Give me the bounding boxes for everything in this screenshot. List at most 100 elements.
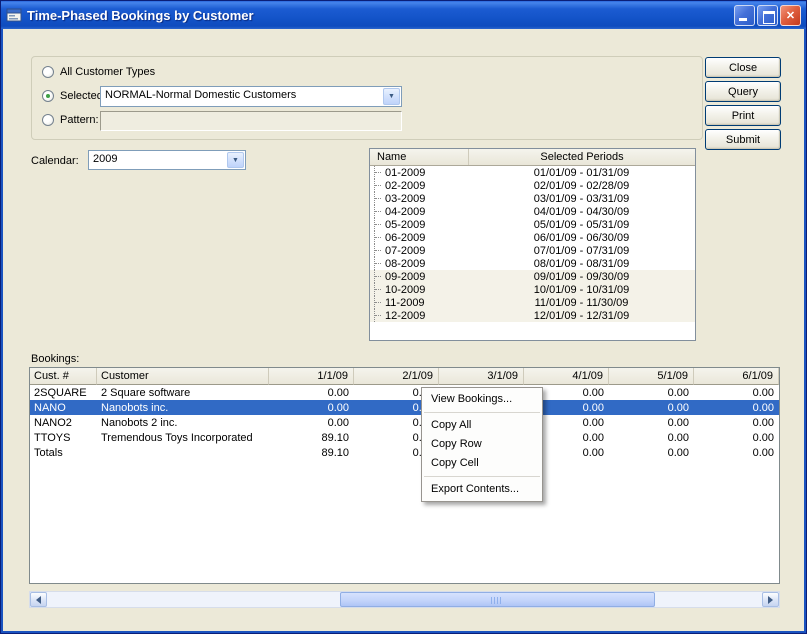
tree-branch-icon (374, 205, 383, 218)
cust-number-cell: Totals (30, 447, 97, 459)
horizontal-scrollbar[interactable] (29, 591, 780, 608)
bookings-column-header[interactable]: 2/1/09 (354, 368, 439, 385)
period-row[interactable]: 08-200908/01/09 - 08/31/09 (370, 257, 695, 270)
menu-item[interactable]: View Bookings... (422, 390, 542, 409)
bookings-column-header[interactable]: Cust. # (30, 368, 97, 385)
radio-pattern[interactable] (42, 114, 54, 126)
value-cell: 89.10 (269, 432, 354, 444)
period-row[interactable]: 07-200907/01/09 - 07/31/09 (370, 244, 695, 257)
tree-branch-icon (374, 231, 383, 244)
cust-number-cell: NANO (30, 402, 97, 414)
query-button[interactable]: Query (705, 81, 781, 102)
bookings-column-header[interactable]: 5/1/09 (609, 368, 694, 385)
bookings-column-header[interactable]: 4/1/09 (524, 368, 609, 385)
radio-selected[interactable] (42, 90, 54, 102)
client-area: All Customer Types Selected: NORMAL-Norm… (1, 29, 806, 633)
tree-branch-icon (374, 283, 383, 296)
bookings-row[interactable]: Totals89.100.000.000.000.000.00 (30, 445, 779, 460)
bookings-row[interactable]: TTOYSTremendous Toys Incorporated89.10 0.… (30, 430, 779, 445)
period-name: 02-2009 (383, 180, 468, 192)
period-name: 09-2009 (383, 271, 468, 283)
period-row[interactable]: 03-200903/01/09 - 03/31/09 (370, 192, 695, 205)
customer-name-cell: 2 Square software (97, 387, 269, 399)
bookings-column-header[interactable]: 6/1/09 (694, 368, 779, 385)
tree-branch-icon (374, 166, 383, 179)
bookings-column-header[interactable]: 3/1/09 (439, 368, 524, 385)
value-cell: 0.00 (694, 417, 779, 429)
bookings-label: Bookings: (31, 353, 79, 365)
cust-number-cell: 2SQUARE (30, 387, 97, 399)
radio-selected-label: Selected: (60, 90, 106, 102)
tree-branch-icon (374, 244, 383, 257)
selected-customer-combobox[interactable]: NORMAL-Normal Domestic Customers ▼ (100, 86, 402, 107)
period-row[interactable]: 12-200912/01/09 - 12/31/09 (370, 309, 695, 322)
bookings-row[interactable]: NANO2Nanobots 2 inc.0.000.000.000.000.00… (30, 415, 779, 430)
window-title: Time-Phased Bookings by Customer (27, 8, 734, 23)
period-row[interactable]: 02-200902/01/09 - 02/28/09 (370, 179, 695, 192)
calendar-value: 2009 (89, 151, 226, 169)
period-row[interactable]: 11-200911/01/09 - 11/30/09 (370, 296, 695, 309)
radio-all-label: All Customer Types (60, 66, 155, 78)
period-dates: 06/01/09 - 06/30/09 (468, 232, 695, 244)
chevron-down-icon[interactable]: ▼ (227, 152, 244, 168)
period-row[interactable]: 01-200901/01/09 - 01/31/09 (370, 166, 695, 179)
bookings-column-header[interactable]: 1/1/09 (269, 368, 354, 385)
bookings-column-header[interactable]: Customer (97, 368, 269, 385)
titlebar[interactable]: Time-Phased Bookings by Customer ✕ (1, 1, 806, 29)
period-name: 06-2009 (383, 232, 468, 244)
minimize-icon[interactable] (734, 5, 755, 26)
period-name: 04-2009 (383, 206, 468, 218)
pattern-input[interactable] (100, 111, 402, 131)
menu-item[interactable]: Copy All (422, 416, 542, 435)
period-dates: 05/01/09 - 05/31/09 (468, 219, 695, 231)
bookings-row[interactable]: 2SQUARE2 Square software0.000.000.000.00… (30, 385, 779, 400)
scroll-left-icon[interactable] (30, 592, 47, 607)
radio-pattern-label: Pattern: (60, 114, 99, 126)
print-button[interactable]: Print (705, 105, 781, 126)
value-cell: 0.00 (609, 447, 694, 459)
value-cell: 0.00 (269, 387, 354, 399)
scroll-right-icon[interactable] (762, 592, 779, 607)
periods-column-name[interactable]: Name (370, 149, 469, 165)
periods-list: Name Selected Periods 01-200901/01/09 - … (369, 148, 696, 341)
period-row[interactable]: 06-200906/01/09 - 06/30/09 (370, 231, 695, 244)
scrollbar-track[interactable] (47, 592, 762, 607)
maximize-icon[interactable] (757, 5, 778, 26)
close-icon[interactable]: ✕ (780, 5, 801, 26)
customer-name-cell: Nanobots 2 inc. (97, 417, 269, 429)
cust-number-cell: TTOYS (30, 432, 97, 444)
chevron-down-icon[interactable]: ▼ (383, 88, 400, 105)
periods-column-selected-periods[interactable]: Selected Periods (469, 149, 695, 165)
radio-all-customer-types[interactable] (42, 66, 54, 78)
value-cell: 0.00 (694, 432, 779, 444)
period-dates: 01/01/09 - 01/31/09 (468, 167, 695, 179)
value-cell: 0.00 (609, 387, 694, 399)
bookings-row[interactable]: NANONanobots inc.0.000.000.000.000.000.0… (30, 400, 779, 415)
menu-item[interactable]: Copy Cell (422, 454, 542, 473)
customer-name-cell: Nanobots inc. (97, 402, 269, 414)
period-name: 12-2009 (383, 310, 468, 322)
value-cell: 0.00 (609, 402, 694, 414)
calendar-label: Calendar: (31, 155, 79, 167)
calendar-combobox[interactable]: 2009 ▼ (88, 150, 246, 170)
customer-name-cell: Tremendous Toys Incorporated (97, 432, 269, 444)
period-dates: 10/01/09 - 10/31/09 (468, 284, 695, 296)
submit-button[interactable]: Submit (705, 129, 781, 150)
window: Time-Phased Bookings by Customer ✕ All C… (0, 0, 807, 634)
period-row[interactable]: 05-200905/01/09 - 05/31/09 (370, 218, 695, 231)
period-row[interactable]: 04-200904/01/09 - 04/30/09 (370, 205, 695, 218)
close-action-button[interactable]: Close (705, 57, 781, 78)
periods-body: 01-200901/01/09 - 01/31/0902-200902/01/0… (370, 166, 695, 322)
period-row[interactable]: 09-200909/01/09 - 09/30/09 (370, 270, 695, 283)
menu-item[interactable]: Export Contents... (422, 480, 542, 499)
period-dates: 03/01/09 - 03/31/09 (468, 193, 695, 205)
period-name: 03-2009 (383, 193, 468, 205)
period-dates: 08/01/09 - 08/31/09 (468, 258, 695, 270)
scrollbar-thumb[interactable] (340, 592, 655, 607)
selected-customer-value: NORMAL-Normal Domestic Customers (101, 87, 382, 106)
menu-item[interactable]: Copy Row (422, 435, 542, 454)
period-row[interactable]: 10-200910/01/09 - 10/31/09 (370, 283, 695, 296)
period-dates: 04/01/09 - 04/30/09 (468, 206, 695, 218)
tree-branch-icon (374, 309, 383, 322)
app-icon (6, 7, 22, 23)
